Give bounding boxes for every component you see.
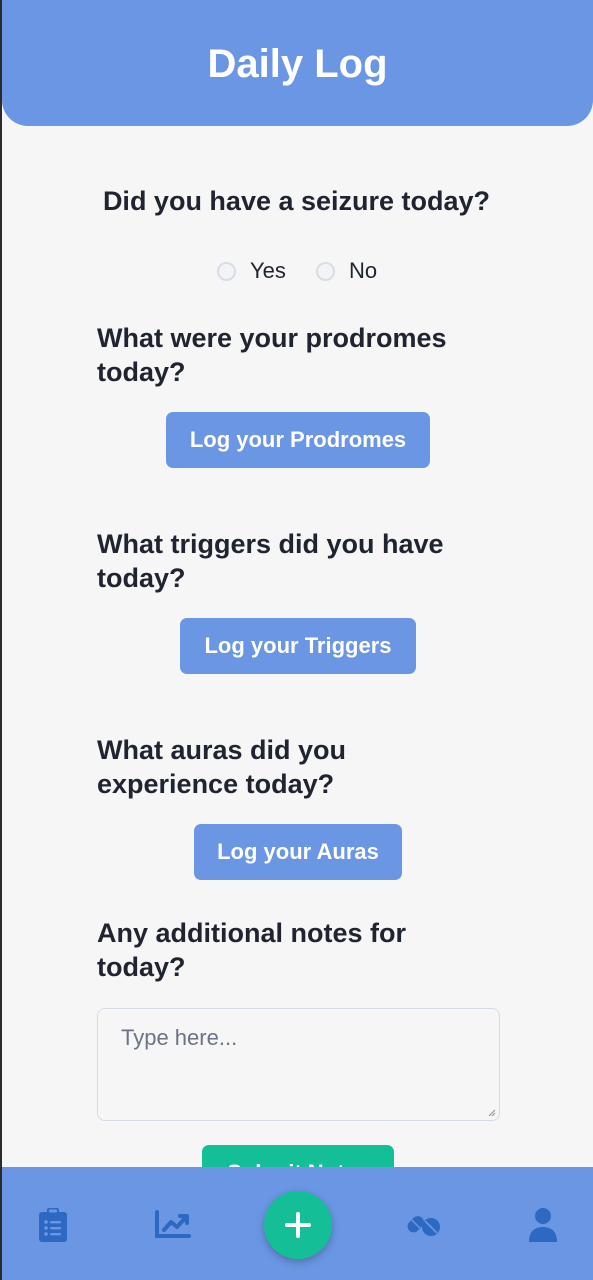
pills-icon[interactable] xyxy=(404,1206,442,1244)
page-title: Daily Log xyxy=(207,42,388,86)
notes-placeholder: Type here... xyxy=(121,1025,238,1050)
triggers-question: What triggers did you have today? xyxy=(97,529,444,593)
resize-grip-icon[interactable] xyxy=(488,1109,496,1117)
window-edge xyxy=(0,0,2,1280)
seizure-question: Did you have a seizure today? xyxy=(102,186,491,216)
clipboard-list-icon[interactable] xyxy=(36,1206,70,1244)
radio-no-circle[interactable] xyxy=(316,261,335,281)
radio-yes[interactable]: Yes xyxy=(217,256,286,286)
radio-yes-label: Yes xyxy=(250,258,286,283)
seizure-radio-group: Yes No xyxy=(0,256,593,286)
notes-question: Any additional notes for today? xyxy=(97,918,407,982)
radio-no-label: No xyxy=(349,258,378,283)
add-log-button[interactable] xyxy=(264,1191,332,1259)
chart-line-icon[interactable] xyxy=(154,1206,192,1244)
plus-icon xyxy=(285,1212,311,1238)
radio-no[interactable]: No xyxy=(316,256,377,286)
user-icon[interactable] xyxy=(526,1206,560,1244)
notes-textarea[interactable]: Type here... xyxy=(97,1008,500,1121)
log-triggers-button[interactable]: Log your Triggers xyxy=(180,618,416,674)
prodromes-question: What were your prodromes today? xyxy=(97,323,447,387)
app-header: Daily Log xyxy=(2,0,593,126)
log-auras-button[interactable]: Log your Auras xyxy=(194,824,402,880)
radio-yes-circle[interactable] xyxy=(217,261,236,281)
log-prodromes-button[interactable]: Log your Prodromes xyxy=(166,412,430,468)
auras-question: What auras did you experience today? xyxy=(97,735,347,799)
